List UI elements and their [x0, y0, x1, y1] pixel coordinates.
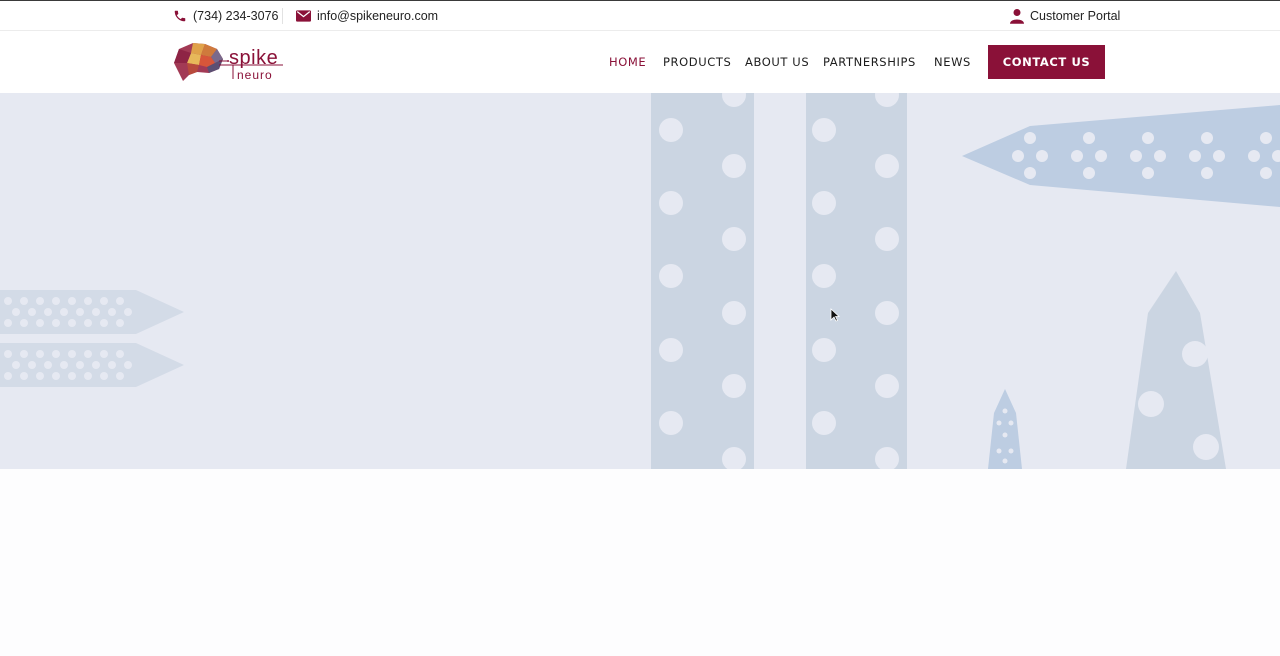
nav-about-us[interactable]: ABOUT US: [745, 31, 809, 93]
right-horizontal-probe: [962, 105, 1280, 207]
hero-banner: [0, 93, 1280, 469]
divider: [282, 8, 283, 24]
nav-home[interactable]: HOME: [609, 31, 646, 93]
mail-icon: [296, 10, 311, 22]
customer-portal-label: Customer Portal: [1030, 9, 1121, 23]
logo-text: spike neuro: [229, 47, 279, 82]
phone-number: (734) 234-3076: [193, 9, 279, 23]
logo-spike: spike: [229, 47, 279, 69]
phone-icon: [174, 10, 186, 22]
lower-section: [0, 469, 1280, 656]
small-upright-probe: [988, 389, 1022, 469]
top-contact-bar: (734) 234-3076 info@spikeneuro.com Custo…: [0, 0, 1280, 31]
nav-products[interactable]: PRODUCTS: [663, 31, 731, 93]
logo-neuro: neuro: [237, 68, 273, 82]
nav-news[interactable]: NEWS: [934, 31, 971, 93]
mouse-cursor-icon: [830, 308, 840, 322]
contact-us-button[interactable]: CONTACT US: [988, 45, 1105, 79]
hero-probe-illustration: [0, 93, 1280, 469]
customer-portal-link[interactable]: Customer Portal: [1010, 1, 1120, 31]
email-address: info@spikeneuro.com: [317, 9, 439, 23]
spike-neuro-logo[interactable]: spike neuro: [171, 39, 285, 85]
email-link[interactable]: info@spikeneuro.com: [296, 1, 438, 31]
phone-link[interactable]: (734) 234-3076: [173, 1, 278, 31]
nav-partnerships[interactable]: PARTNERSHIPS: [823, 31, 916, 93]
site-header: spike neuro HOME PRODUCTS ABOUT US PARTN…: [0, 31, 1280, 93]
user-icon: [1010, 9, 1024, 24]
